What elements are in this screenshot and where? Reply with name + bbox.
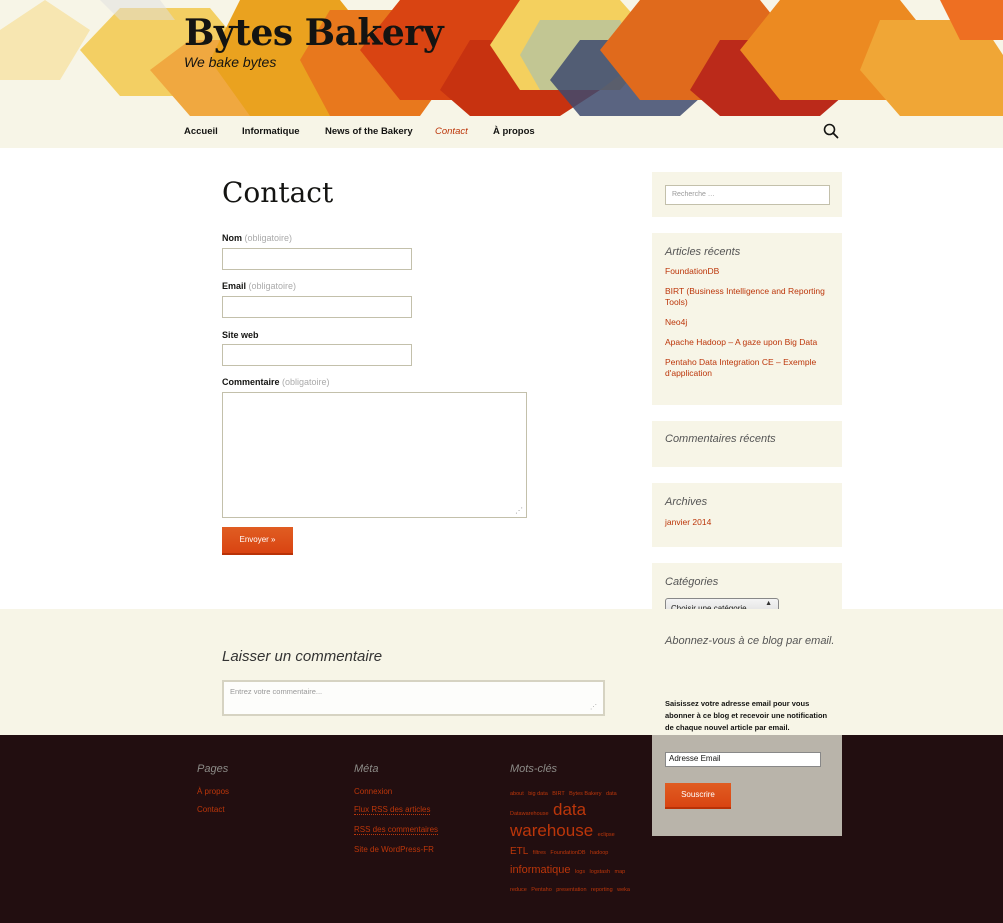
website-label: Site web: [222, 330, 259, 340]
tag-link[interactable]: reporting: [591, 887, 613, 893]
footer-pages-title: Pages: [197, 763, 229, 775]
tag-link[interactable]: presentation: [556, 887, 586, 893]
email-label-text: Email: [222, 281, 247, 291]
recent-post-link[interactable]: Apache Hadoop – A gaze upon Big Data: [665, 337, 829, 348]
tag-link[interactable]: filtres: [533, 850, 546, 856]
required-note: (obligatoire): [282, 377, 330, 387]
tag-link[interactable]: about: [510, 791, 524, 797]
archive-link[interactable]: janvier 2014: [665, 517, 829, 528]
main-navigation: Accueil Informatique News of the Bakery …: [0, 116, 1003, 148]
comment-input[interactable]: Entrez votre commentaire... ⋰: [222, 680, 605, 716]
tag-cloud: about big data BIRT Bytes Bakery data Da…: [510, 782, 635, 896]
comment-textarea[interactable]: ⋰: [222, 392, 527, 518]
nav-item-accueil[interactable]: Accueil: [184, 126, 218, 137]
tag-link[interactable]: data: [606, 791, 617, 797]
tag-link[interactable]: hadoop: [590, 850, 608, 856]
tag-link[interactable]: Datawarehouse: [510, 811, 549, 817]
site-title[interactable]: Bytes Bakery: [184, 12, 444, 54]
footer-meta-link[interactable]: Connexion: [354, 787, 392, 796]
footer-meta-title: Méta: [354, 763, 379, 775]
comment-label-text: Commentaire: [222, 377, 280, 387]
email-subscribe-input[interactable]: Adresse Email: [665, 752, 821, 767]
recent-post-link[interactable]: Pentaho Data Integration CE – Exemple d'…: [665, 357, 829, 379]
nav-item-contact[interactable]: Contact: [435, 126, 468, 137]
footer-page-link[interactable]: Contact: [197, 805, 225, 814]
tag-link[interactable]: Pentaho: [531, 887, 552, 893]
search-icon[interactable]: [822, 122, 840, 140]
recent-post-link[interactable]: FoundationDB: [665, 266, 829, 277]
tag-link[interactable]: data warehouse: [510, 800, 593, 839]
subscribe-title: Abonnez-vous à ce blog par email.: [665, 635, 835, 647]
tag-link[interactable]: weka: [617, 887, 630, 893]
resize-handle-icon[interactable]: ⋰: [515, 506, 523, 515]
comment-label: Commentaire (obligatoire): [222, 377, 330, 387]
recent-comments-widget: Commentaires récents: [652, 421, 842, 467]
tag-link[interactable]: logs: [575, 869, 585, 875]
name-label: Nom (obligatoire): [222, 233, 292, 243]
required-note: (obligatoire): [244, 233, 293, 243]
tag-link[interactable]: BIRT: [552, 791, 564, 797]
tag-link[interactable]: eclipse: [598, 832, 615, 838]
required-note: (obligatoire): [248, 281, 297, 291]
email-label: Email (obligatoire): [222, 281, 296, 291]
site-header: Bytes Bakery We bake bytes Accueil Infor…: [0, 0, 1003, 148]
nav-item-a-propos[interactable]: À propos: [493, 126, 535, 137]
tag-link[interactable]: informatique: [510, 864, 571, 876]
subscribe-description: Saisissez votre adresse email pour vous …: [665, 699, 828, 732]
widget-title: Catégories: [665, 576, 719, 588]
subscribe-button[interactable]: Souscrire: [665, 783, 731, 809]
archives-widget: Archives janvier 2014: [652, 483, 842, 547]
tag-link[interactable]: ETL: [510, 846, 528, 857]
tag-link[interactable]: logstash: [590, 869, 611, 875]
resize-handle-icon[interactable]: ⋰: [590, 703, 597, 711]
recent-post-link[interactable]: BIRT (Business Intelligence and Reportin…: [665, 286, 829, 308]
recent-posts-widget: Articles récents FoundationDB BIRT (Busi…: [652, 233, 842, 405]
website-label-text: Site web: [222, 330, 259, 340]
submit-button[interactable]: Envoyer »: [222, 527, 293, 555]
widget-title: Archives: [665, 496, 708, 508]
comment-section-title: Laisser un commentaire: [222, 648, 383, 665]
nav-item-news[interactable]: News of the Bakery: [325, 126, 413, 137]
footer-page-link[interactable]: À propos: [197, 787, 229, 796]
footer-meta-link[interactable]: Flux RSS des articles: [354, 805, 431, 815]
name-label-text: Nom: [222, 233, 242, 243]
categories-widget: Catégories Choisir une catégorie ▲▼: [652, 563, 842, 618]
website-field[interactable]: [222, 344, 412, 366]
tag-link[interactable]: FoundationDB: [550, 850, 585, 856]
comment-input-placeholder: Entrez votre commentaire...: [230, 687, 323, 696]
site-footer: [0, 735, 1003, 923]
email-field[interactable]: [222, 296, 412, 318]
page-title: Contact: [222, 176, 334, 209]
name-field[interactable]: [222, 248, 412, 270]
footer-meta-link[interactable]: Site de WordPress-FR: [354, 845, 434, 854]
tag-link[interactable]: big data: [528, 791, 548, 797]
widget-title: Articles récents: [665, 246, 741, 258]
header-banner-art: [0, 0, 1003, 116]
footer-meta-link[interactable]: RSS des commentaires: [354, 825, 439, 835]
subscribe-widget: Abonnez-vous à ce blog par email. Saisis…: [652, 628, 842, 836]
widget-title: Commentaires récents: [665, 433, 776, 445]
nav-item-informatique[interactable]: Informatique: [242, 126, 300, 137]
sidebar-search-input[interactable]: Recherche …: [665, 185, 830, 205]
search-widget: Recherche …: [652, 172, 842, 217]
tag-link[interactable]: Bytes Bakery: [569, 791, 601, 797]
site-description: We bake bytes: [184, 54, 277, 70]
recent-post-link[interactable]: Neo4j: [665, 317, 829, 328]
footer-tags-title: Mots-clés: [510, 763, 558, 775]
comment-section: [0, 609, 1003, 735]
